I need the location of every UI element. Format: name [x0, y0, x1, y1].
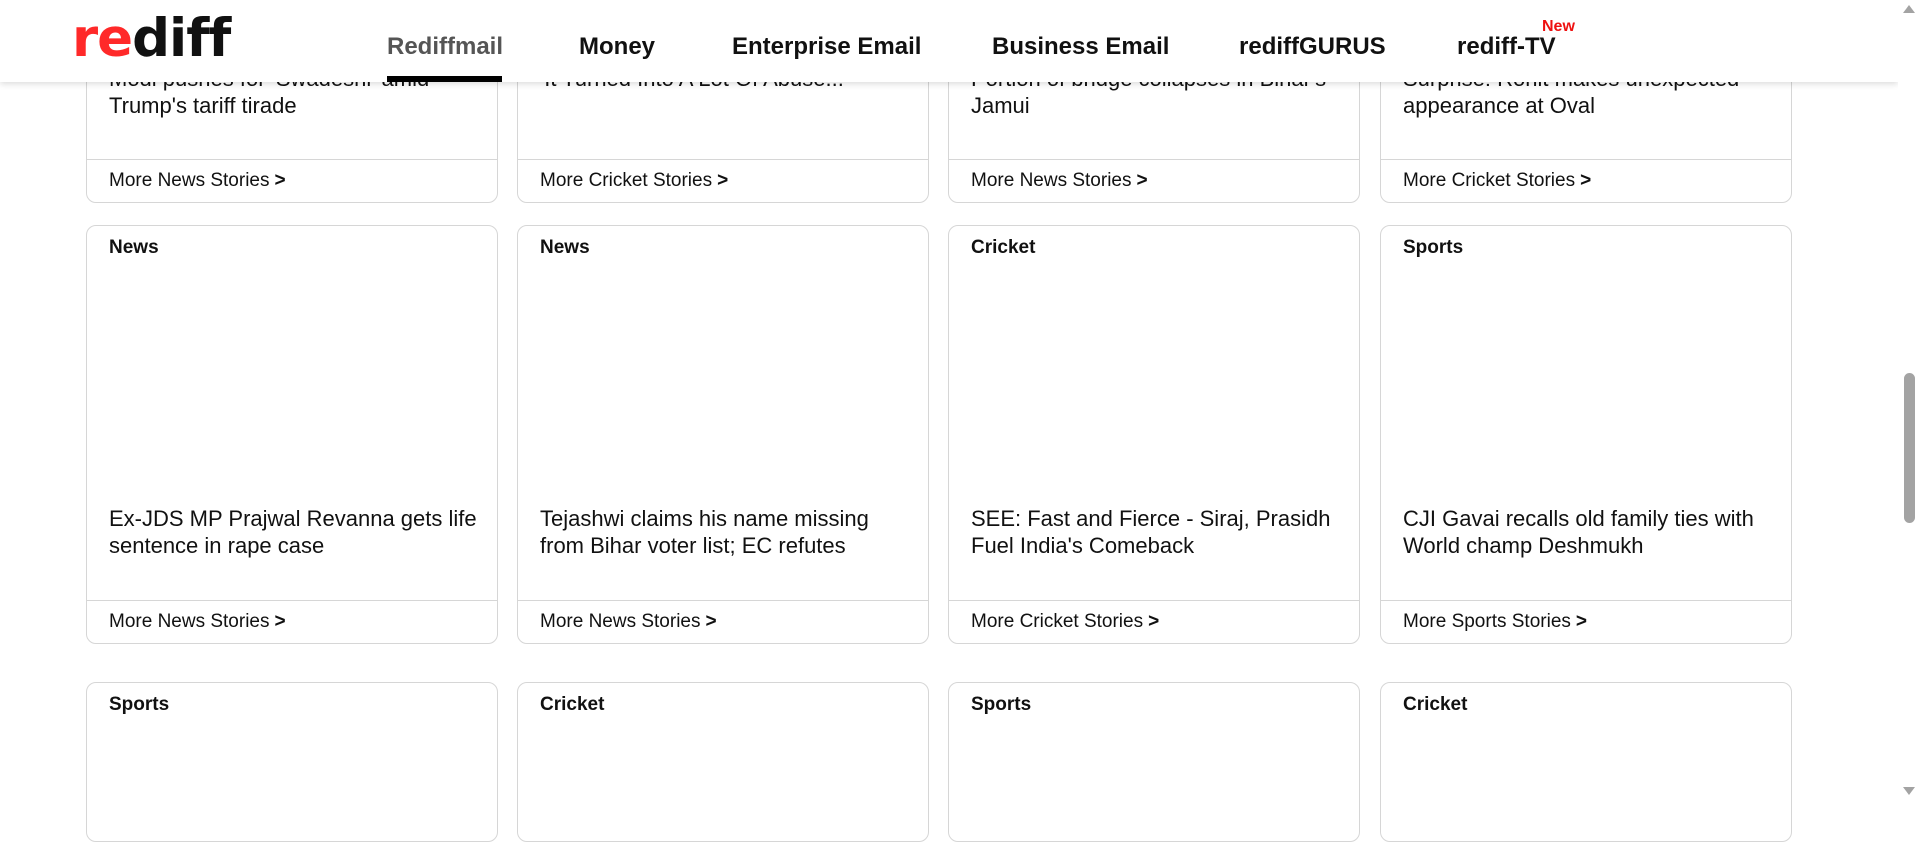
- chevron-right-icon: >: [274, 611, 286, 632]
- news-card: Cricket: [1380, 682, 1792, 842]
- card-footer: More News Stories >: [518, 600, 928, 643]
- card-headline[interactable]: Tejashwi claims his name missing from Bi…: [540, 505, 912, 559]
- card-category: Cricket: [540, 694, 605, 715]
- news-card: Cricket SEE: Fast and Fierce - Siraj, Pr…: [948, 225, 1360, 644]
- chevron-right-icon: >: [1136, 170, 1148, 191]
- main-nav: Rediffmail Money Enterprise Email Busine…: [0, 0, 1898, 82]
- card-footer: More Sports Stories >: [1381, 600, 1791, 643]
- card-headline[interactable]: Ex-JDS MP Prajwal Revanna gets life sent…: [109, 505, 481, 559]
- chevron-right-icon: >: [274, 170, 286, 191]
- top-header: rediff Rediffmail Money Enterprise Email…: [0, 0, 1898, 82]
- new-badge: New: [1542, 18, 1575, 35]
- chevron-right-icon: >: [1575, 611, 1588, 632]
- news-card: Sports: [86, 682, 498, 842]
- active-nav-indicator: [387, 76, 502, 82]
- card-category: News: [109, 237, 159, 258]
- more-stories-link[interactable]: More News Stories >: [109, 170, 286, 192]
- scroll-up-arrow-icon[interactable]: [1903, 5, 1915, 13]
- vertical-scrollbar[interactable]: [1898, 0, 1920, 800]
- card-category: Sports: [109, 694, 170, 715]
- card-footer: More News Stories >: [87, 159, 497, 202]
- chevron-right-icon: >: [717, 170, 729, 191]
- nav-rediffmail[interactable]: Rediffmail: [387, 33, 503, 61]
- news-card: News Tejashwi claims his name missing fr…: [517, 225, 929, 644]
- nav-business-email[interactable]: Business Email: [992, 33, 1169, 61]
- scroll-down-arrow-icon[interactable]: [1903, 787, 1915, 795]
- more-stories-link[interactable]: More Cricket Stories >: [540, 170, 728, 192]
- card-footer: More News Stories >: [949, 159, 1359, 202]
- nav-enterprise-email[interactable]: Enterprise Email: [732, 33, 921, 61]
- more-stories-link[interactable]: More News Stories >: [971, 170, 1148, 192]
- nav-rediffgurus[interactable]: rediffGURUS: [1239, 33, 1386, 61]
- card-footer: More Cricket Stories >: [1381, 159, 1791, 202]
- news-card: Sports CJI Gavai recalls old family ties…: [1380, 225, 1792, 644]
- more-stories-link[interactable]: More Sports Stories >: [1403, 611, 1587, 633]
- nav-money[interactable]: Money: [579, 33, 655, 61]
- more-stories-link[interactable]: More News Stories >: [109, 611, 286, 633]
- scrollbar-thumb[interactable]: [1904, 373, 1915, 523]
- chevron-right-icon: >: [1580, 170, 1592, 191]
- news-card: Cricket: [517, 682, 929, 842]
- card-footer: More Cricket Stories >: [518, 159, 928, 202]
- card-category: Sports: [1403, 237, 1464, 258]
- more-stories-link[interactable]: More Cricket Stories >: [1403, 170, 1591, 192]
- card-headline[interactable]: SEE: Fast and Fierce - Siraj, Prasidh Fu…: [971, 505, 1343, 559]
- more-stories-link[interactable]: More Cricket Stories >: [971, 611, 1159, 633]
- news-card: Sports: [948, 682, 1360, 842]
- chevron-right-icon: >: [1148, 611, 1160, 632]
- card-category: News: [540, 237, 590, 258]
- news-card: News Ex-JDS MP Prajwal Revanna gets life…: [86, 225, 498, 644]
- more-stories-link[interactable]: More News Stories >: [540, 611, 717, 633]
- card-footer: More Cricket Stories >: [949, 600, 1359, 643]
- card-footer: More News Stories >: [87, 600, 497, 643]
- nav-rediff-tv[interactable]: rediff-TV: [1457, 33, 1556, 61]
- card-category: Cricket: [971, 237, 1036, 258]
- card-headline[interactable]: CJI Gavai recalls old family ties with W…: [1403, 505, 1775, 559]
- card-category: Sports: [971, 694, 1032, 715]
- chevron-right-icon: >: [705, 611, 717, 632]
- card-category: Cricket: [1403, 694, 1468, 715]
